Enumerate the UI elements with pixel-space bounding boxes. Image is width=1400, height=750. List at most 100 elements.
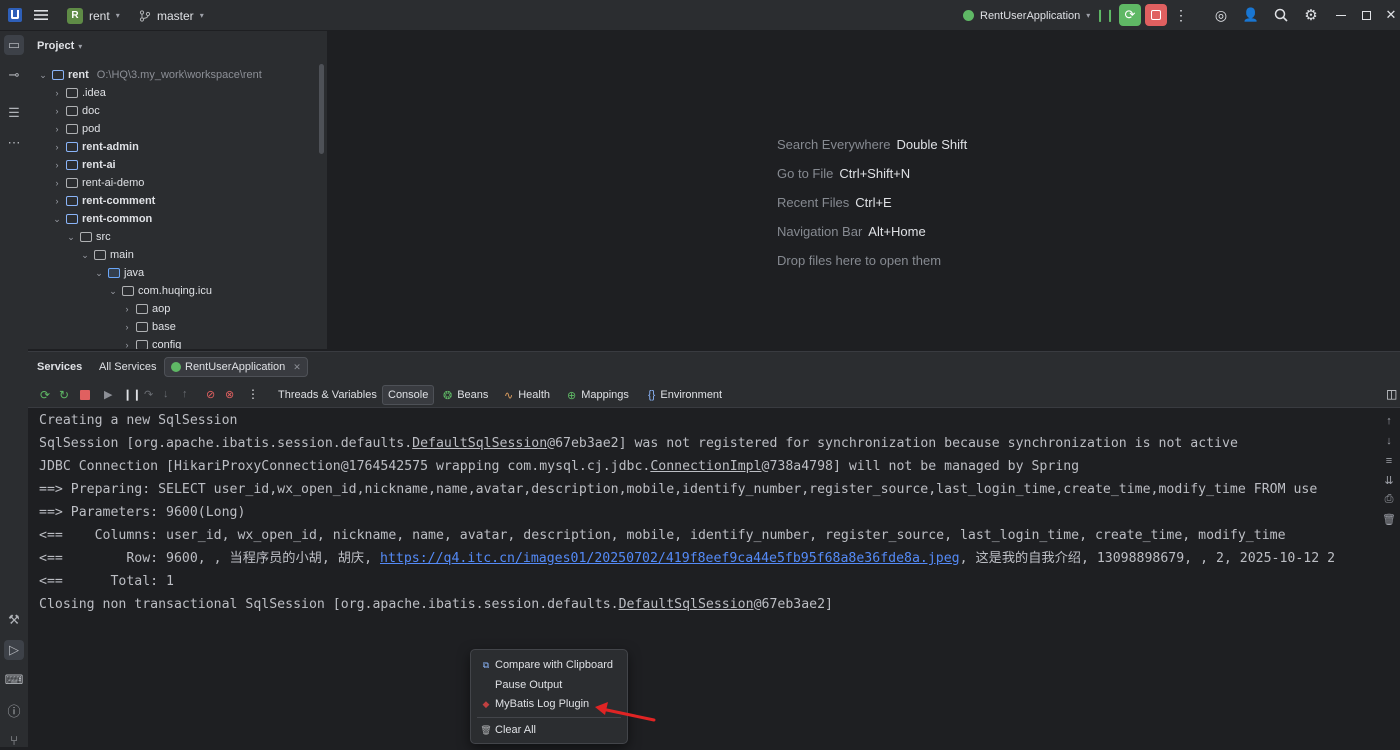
image-url-link[interactable]: https://q4.itc.cn/images01/20250702/419f… xyxy=(380,551,960,566)
tab-mappings[interactable]: ⊕ Mappings xyxy=(562,385,634,405)
tree-root[interactable]: ⌄ rent O:\HQ\3.my_work\workspace\rent xyxy=(38,66,262,84)
services-icon[interactable]: ▷ xyxy=(4,640,24,660)
structure-icon[interactable]: ☰ xyxy=(4,103,24,123)
build-hammer-icon[interactable]: ⚒ xyxy=(4,610,24,630)
tree-item[interactable]: › rent-comment xyxy=(52,192,156,210)
hint-navigation-bar: Navigation Bar Alt+Home xyxy=(777,224,926,239)
chevron-right-icon: › xyxy=(55,160,59,170)
project-switcher[interactable]: R rent ▾ xyxy=(67,0,120,31)
tab-console[interactable]: Console xyxy=(382,385,435,405)
branch-switcher[interactable]: master ▾ xyxy=(139,0,204,31)
terminal-icon[interactable]: ⌨ xyxy=(4,670,24,690)
tab-all-services[interactable]: All Services xyxy=(99,357,156,377)
settings-gear-icon[interactable]: ⚙ xyxy=(1300,4,1322,26)
git-icon[interactable]: ⑂ xyxy=(4,730,24,750)
tree-item[interactable]: › rent-ai xyxy=(52,156,116,174)
step-over-icon[interactable]: ↷ xyxy=(144,388,153,401)
tab-health[interactable]: ∿ Health xyxy=(499,385,555,405)
rerun-icon[interactable]: ⟳ xyxy=(1119,4,1141,26)
tree-item[interactable]: ⌄ main xyxy=(80,246,134,264)
menu-item-pause-output[interactable]: Pause Output xyxy=(481,676,562,694)
pause-icon[interactable]: ❙❙ xyxy=(123,388,141,401)
hint-search-everywhere: Search Everywhere Double Shift xyxy=(777,137,968,152)
project-scrollbar[interactable] xyxy=(319,64,324,154)
profile-icon[interactable]: ❙❙ xyxy=(1094,4,1116,26)
tree-item-label: com.huqing.icu xyxy=(138,285,212,297)
more-actions-icon[interactable]: ⋮ xyxy=(1170,4,1192,26)
commit-icon[interactable]: ⊸ xyxy=(4,65,24,85)
trash-icon[interactable]: 🗑 xyxy=(1382,513,1396,527)
tree-item[interactable]: › pod xyxy=(52,120,101,138)
minimize-icon[interactable] xyxy=(1330,4,1352,26)
tree-item[interactable]: › aop xyxy=(122,300,171,318)
tree-item[interactable]: › rent-ai-demo xyxy=(52,174,145,192)
subtab-label: Console xyxy=(388,389,429,401)
project-panel-header[interactable]: Project ▾ xyxy=(37,40,82,52)
environment-icon: {} xyxy=(648,389,656,401)
stop-icon[interactable] xyxy=(80,390,90,400)
layout-icon[interactable]: ◫ xyxy=(1386,387,1397,401)
tree-item[interactable]: ⌄ src xyxy=(66,228,111,246)
stop-icon[interactable] xyxy=(1145,4,1167,26)
services-tab-bar: Services All Services RentUserApplicatio… xyxy=(28,352,1400,382)
tree-item[interactable]: ⌄ java xyxy=(94,264,144,282)
mybatis-bird-icon: ◆ xyxy=(482,698,490,709)
print-icon[interactable]: ⎙ xyxy=(1382,493,1396,507)
menu-item-clear-all[interactable]: 🗑 Clear All xyxy=(480,721,536,739)
close-tab-icon[interactable]: ✕ xyxy=(293,362,301,373)
more-tools-icon[interactable]: ⋯ xyxy=(4,133,24,153)
tab-rent-user-application[interactable]: RentUserApplication ✕ xyxy=(164,357,308,377)
search-icon[interactable] xyxy=(1270,4,1292,26)
ai-assistant-icon[interactable]: ◎ xyxy=(1210,4,1232,26)
chevron-right-icon: › xyxy=(55,196,59,206)
project-name: rent xyxy=(89,8,110,23)
scroll-to-end-icon[interactable]: ⇊ xyxy=(1382,474,1396,488)
view-breakpoints-icon[interactable]: ⊘ xyxy=(206,388,215,401)
scroll-up-icon[interactable]: ↑ xyxy=(1382,415,1396,429)
tree-item-label: rent-ai-demo xyxy=(82,177,145,189)
tab-label: RentUserApplication xyxy=(185,361,286,373)
chevron-down-icon: ⌄ xyxy=(39,69,47,80)
tree-item[interactable]: ⌄ rent-common xyxy=(52,210,152,228)
rerun-icon[interactable]: ⟳ xyxy=(40,388,50,402)
tree-item[interactable]: › rent-admin xyxy=(52,138,139,156)
tree-item[interactable]: › doc xyxy=(52,102,100,120)
problems-icon[interactable]: ⓘ xyxy=(4,700,24,720)
menu-item-compare-with-clipboard[interactable]: ⧉ Compare with Clipboard xyxy=(481,656,613,674)
tab-environment[interactable]: {} Environment xyxy=(643,385,727,405)
package-icon xyxy=(122,286,134,296)
project-panel-title: Project xyxy=(37,40,75,52)
step-out-icon[interactable]: ↑ xyxy=(182,388,188,400)
health-icon: ∿ xyxy=(504,389,514,402)
scroll-down-icon[interactable]: ↓ xyxy=(1382,435,1396,449)
restore-icon[interactable] xyxy=(1355,4,1377,26)
tree-item[interactable]: › .idea xyxy=(52,84,106,102)
tab-threads-variables[interactable]: Threads & Variables xyxy=(273,385,382,405)
more-options-icon[interactable]: ⋮ xyxy=(247,387,259,401)
mute-breakpoints-icon[interactable]: ⊗ xyxy=(225,388,234,401)
tab-beans[interactable]: ❂ Beans xyxy=(438,385,493,405)
main-menu-icon[interactable] xyxy=(30,4,52,26)
tree-item[interactable]: › base xyxy=(122,318,176,336)
menu-item-mybatis-log-plugin[interactable]: ◆ MyBatis Log Plugin xyxy=(481,695,590,713)
tree-item[interactable]: › config xyxy=(122,336,181,349)
folder-icon xyxy=(80,232,92,242)
project-folder-icon[interactable]: ▭ xyxy=(4,35,24,55)
run-config-selector[interactable]: RentUserApplication ▾ xyxy=(963,0,1090,31)
chevron-right-icon: › xyxy=(125,304,129,314)
soft-wrap-icon[interactable]: ≡ xyxy=(1382,455,1396,469)
tree-item-label: src xyxy=(96,231,111,243)
add-user-icon[interactable]: 👤 xyxy=(1240,4,1262,26)
chevron-down-icon: ⌄ xyxy=(81,249,89,260)
tree-item[interactable]: ⌄ com.huqing.icu xyxy=(108,282,212,300)
tree-item-label: aop xyxy=(152,303,171,315)
resume-icon[interactable]: ▶ xyxy=(104,388,112,401)
tree-item-label: main xyxy=(110,249,134,261)
console-output[interactable]: Creating a new SqlSession SqlSession [or… xyxy=(28,409,1378,748)
menu-item-label: MyBatis Log Plugin xyxy=(495,698,590,710)
close-window-icon[interactable]: ✕ xyxy=(1380,4,1400,26)
console-line: <== Row: 9600, , 当程序员的小胡, 胡庆, https://q4… xyxy=(39,551,1336,566)
root-path: O:\HQ\3.my_work\workspace\rent xyxy=(96,69,262,81)
step-into-icon[interactable]: ↓ xyxy=(163,388,169,400)
rerun-debug-icon[interactable]: ↻ xyxy=(59,388,69,402)
